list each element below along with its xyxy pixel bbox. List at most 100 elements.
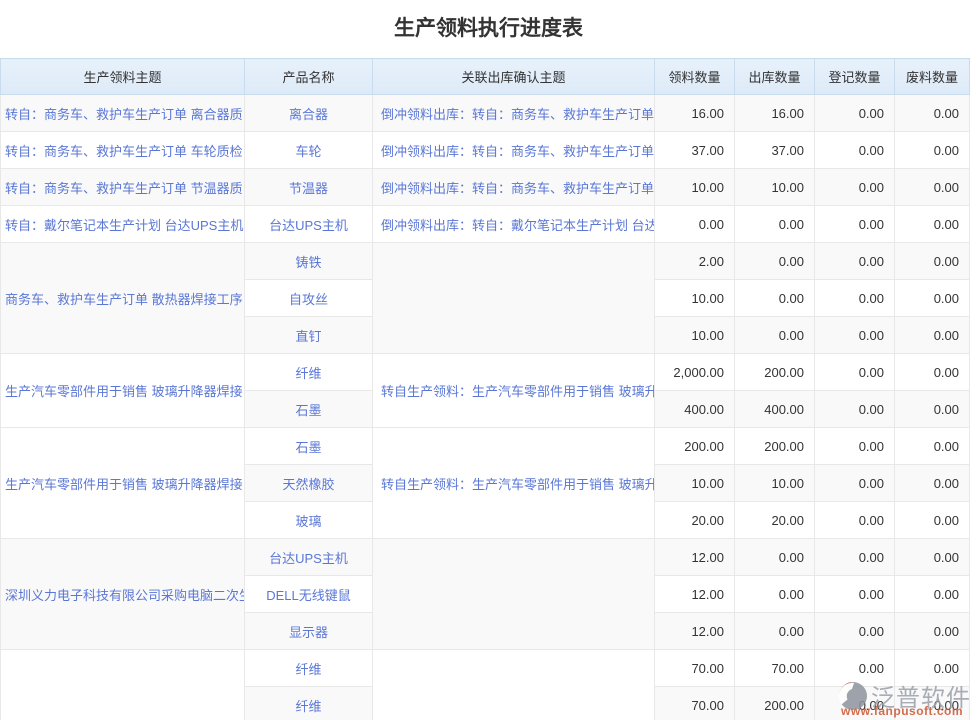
outbound-cell[interactable]: 倒冲领料出库：转自：戴尔笔记本生产计划 台达 (373, 206, 655, 243)
quantity-cell: 200.00 (735, 687, 815, 720)
outbound-cell (373, 650, 655, 720)
col-header-qty-outbound: 出库数量 (735, 59, 815, 95)
table-row: 转自：商务车、救护车生产订单 车轮质检车轮倒冲领料出库：转自：商务车、救护车生产… (1, 132, 970, 169)
quantity-cell: 0.00 (895, 280, 970, 317)
subject-cell[interactable]: 转自：商务车、救护车生产订单 离合器质 (1, 95, 245, 132)
quantity-cell: 0.00 (815, 354, 895, 391)
subject-cell[interactable]: 商务车、救护车生产订单 散热器焊接工序 (1, 243, 245, 354)
quantity-cell: 10.00 (735, 465, 815, 502)
quantity-cell: 2,000.00 (655, 354, 735, 391)
quantity-cell: 0.00 (895, 391, 970, 428)
product-cell[interactable]: 纤维 (245, 687, 373, 720)
quantity-cell: 0.00 (735, 280, 815, 317)
quantity-cell: 12.00 (655, 613, 735, 650)
product-cell[interactable]: 节温器 (245, 169, 373, 206)
quantity-cell: 16.00 (655, 95, 735, 132)
quantity-cell: 10.00 (655, 169, 735, 206)
product-cell[interactable]: 铸铁 (245, 243, 373, 280)
quantity-cell: 20.00 (655, 502, 735, 539)
subject-cell[interactable]: 转自：商务车、救护车生产订单 节温器质 (1, 169, 245, 206)
outbound-cell[interactable]: 倒冲领料出库：转自：商务车、救护车生产订单 (373, 95, 655, 132)
quantity-cell: 0.00 (815, 465, 895, 502)
product-cell[interactable]: 纤维 (245, 650, 373, 687)
subject-cell[interactable]: 转自：商务车、救护车生产订单 车轮质检 (1, 132, 245, 169)
quantity-cell: 0.00 (735, 206, 815, 243)
product-cell[interactable]: 显示器 (245, 613, 373, 650)
subject-cell[interactable]: 生产汽车零部件用于销售 玻璃升降器焊接 (1, 354, 245, 428)
outbound-cell[interactable]: 转自生产领料：生产汽车零部件用于销售 玻璃升 (373, 428, 655, 539)
quantity-cell: 200.00 (735, 428, 815, 465)
quantity-cell: 37.00 (735, 132, 815, 169)
quantity-cell: 0.00 (815, 576, 895, 613)
quantity-cell: 0.00 (895, 539, 970, 576)
col-header-qty-registered: 登记数量 (815, 59, 895, 95)
col-header-qty-waste: 废料数量 (895, 59, 970, 95)
table-row: 商务车、救护车生产订单 散热器焊接工序铸铁2.000.000.000.00 (1, 243, 970, 280)
report-page: 生产领料执行进度表 生产领料主题 产品名称 关联出库确认主题 领料数量 出库数量… (0, 0, 977, 720)
product-cell[interactable]: 台达UPS主机 (245, 206, 373, 243)
product-cell[interactable]: 玻璃 (245, 502, 373, 539)
quantity-cell: 0.00 (895, 502, 970, 539)
table-header: 生产领料主题 产品名称 关联出库确认主题 领料数量 出库数量 登记数量 废料数量 (1, 59, 970, 95)
quantity-cell: 0.00 (815, 650, 895, 687)
product-cell[interactable]: 天然橡胶 (245, 465, 373, 502)
product-cell[interactable]: 车轮 (245, 132, 373, 169)
quantity-cell: 0.00 (895, 465, 970, 502)
quantity-cell: 0.00 (735, 613, 815, 650)
product-cell[interactable]: 石墨 (245, 428, 373, 465)
product-cell[interactable]: 自攻丝 (245, 280, 373, 317)
quantity-cell: 0.00 (815, 428, 895, 465)
col-header-qty-requisition: 领料数量 (655, 59, 735, 95)
quantity-cell: 16.00 (735, 95, 815, 132)
table-row: 纤维70.0070.000.000.00 (1, 650, 970, 687)
quantity-cell: 0.00 (735, 539, 815, 576)
quantity-cell: 0.00 (815, 243, 895, 280)
col-header-product: 产品名称 (245, 59, 373, 95)
col-header-subject: 生产领料主题 (1, 59, 245, 95)
quantity-cell: 70.00 (655, 650, 735, 687)
quantity-cell: 0.00 (895, 95, 970, 132)
outbound-cell (373, 243, 655, 354)
quantity-cell: 0.00 (895, 428, 970, 465)
table-row: 转自：商务车、救护车生产订单 节温器质节温器倒冲领料出库：转自：商务车、救护车生… (1, 169, 970, 206)
quantity-cell: 0.00 (815, 169, 895, 206)
product-cell[interactable]: 台达UPS主机 (245, 539, 373, 576)
quantity-cell: 0.00 (895, 243, 970, 280)
table-row: 生产汽车零部件用于销售 玻璃升降器焊接石墨转自生产领料：生产汽车零部件用于销售 … (1, 428, 970, 465)
quantity-cell: 12.00 (655, 576, 735, 613)
quantity-cell: 0.00 (815, 206, 895, 243)
quantity-cell: 0.00 (815, 539, 895, 576)
quantity-cell: 70.00 (655, 687, 735, 720)
outbound-cell[interactable]: 转自生产领料：生产汽车零部件用于销售 玻璃升 (373, 354, 655, 428)
quantity-cell: 0.00 (815, 95, 895, 132)
quantity-cell: 400.00 (655, 391, 735, 428)
subject-cell (1, 650, 245, 720)
table-row: 转自：戴尔笔记本生产计划 台达UPS主机台达UPS主机倒冲领料出库：转自：戴尔笔… (1, 206, 970, 243)
product-cell[interactable]: 离合器 (245, 95, 373, 132)
quantity-cell: 0.00 (895, 206, 970, 243)
quantity-cell: 10.00 (655, 317, 735, 354)
product-cell[interactable]: DELL无线键鼠 (245, 576, 373, 613)
outbound-cell[interactable]: 倒冲领料出库：转自：商务车、救护车生产订单 (373, 132, 655, 169)
quantity-cell: 10.00 (735, 169, 815, 206)
quantity-cell: 0.00 (815, 391, 895, 428)
subject-cell[interactable]: 转自：戴尔笔记本生产计划 台达UPS主机 (1, 206, 245, 243)
quantity-cell: 0.00 (735, 576, 815, 613)
quantity-cell: 0.00 (895, 687, 970, 720)
quantity-cell: 2.00 (655, 243, 735, 280)
subject-cell[interactable]: 深圳义力电子科技有限公司采购电脑二次生 (1, 539, 245, 650)
table-body: 转自：商务车、救护车生产订单 离合器质离合器倒冲领料出库：转自：商务车、救护车生… (1, 95, 970, 720)
quantity-cell: 12.00 (655, 539, 735, 576)
subject-cell[interactable]: 生产汽车零部件用于销售 玻璃升降器焊接 (1, 428, 245, 539)
quantity-cell: 0.00 (895, 650, 970, 687)
quantity-cell: 10.00 (655, 465, 735, 502)
quantity-cell: 200.00 (655, 428, 735, 465)
product-cell[interactable]: 纤维 (245, 354, 373, 391)
quantity-cell: 37.00 (655, 132, 735, 169)
quantity-cell: 0.00 (815, 132, 895, 169)
quantity-cell: 0.00 (815, 280, 895, 317)
outbound-cell[interactable]: 倒冲领料出库：转自：商务车、救护车生产订单 (373, 169, 655, 206)
outbound-cell (373, 539, 655, 650)
product-cell[interactable]: 石墨 (245, 391, 373, 428)
product-cell[interactable]: 直钉 (245, 317, 373, 354)
